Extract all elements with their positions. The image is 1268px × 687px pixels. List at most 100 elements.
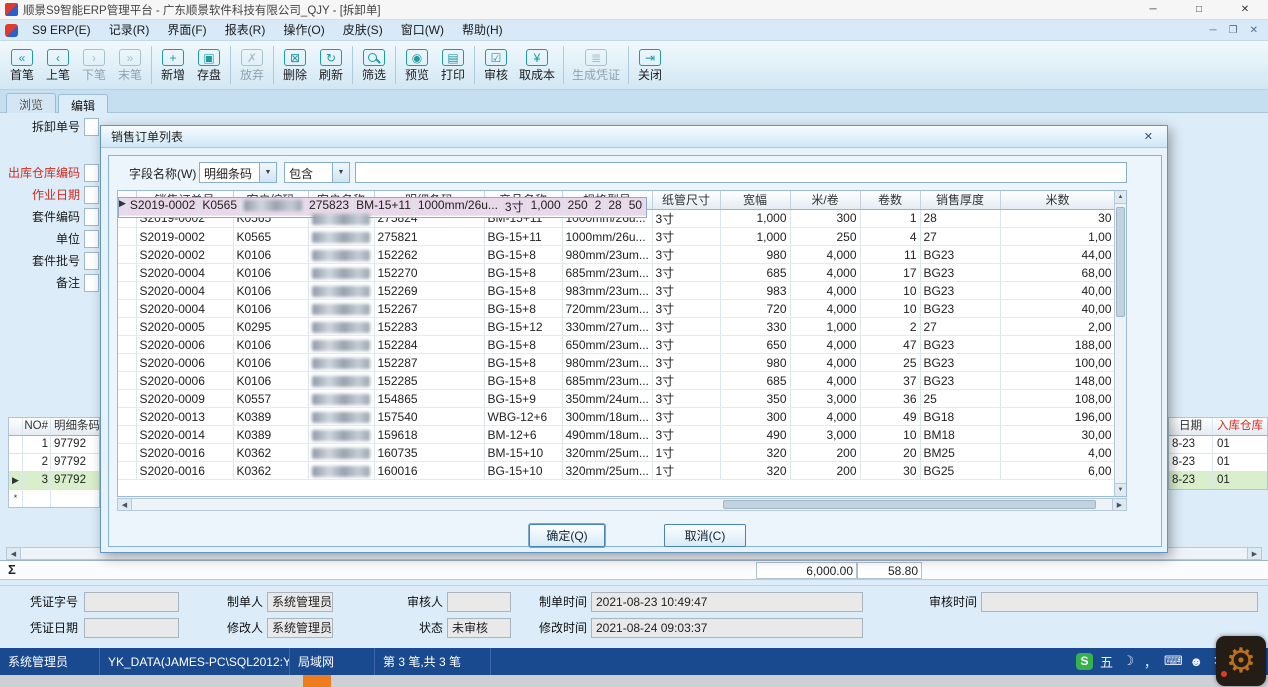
scroll-right-icon[interactable]: ▶ — [1247, 548, 1261, 559]
toolbar-delete-button[interactable]: ⊠删除 — [277, 46, 313, 84]
toolbar-save-button[interactable]: ▣存盘 — [191, 46, 227, 84]
column-header-8[interactable]: 米/卷 — [790, 191, 860, 209]
toolbar-print-button[interactable]: ▤打印 — [435, 46, 471, 84]
column-header-11[interactable]: 米数 — [1000, 191, 1115, 209]
footer-value-1-0[interactable] — [84, 618, 179, 638]
detail-row-right-2[interactable]: 8-2301 — [1169, 454, 1267, 472]
table-vscrollbar[interactable]: ▲ ▼ — [1114, 191, 1126, 496]
table-row[interactable]: S2020-0006K0106152285BG-15+8685mm/23um..… — [118, 372, 1115, 390]
detail-row-right-3[interactable]: 8-2301 — [1169, 472, 1267, 490]
scroll-down-icon[interactable]: ▼ — [1115, 483, 1126, 496]
hscroll-thumb[interactable] — [723, 500, 1096, 509]
detail-row-4[interactable]: * — [9, 490, 99, 508]
detail-row-2[interactable]: 297792 — [9, 454, 99, 472]
cancel-button[interactable]: 取消(C) — [664, 524, 746, 547]
dialog-title-bar[interactable]: 销售订单列表 ✕ — [101, 126, 1167, 148]
footer-value-0-3[interactable]: 2021-08-23 10:49:47 — [591, 592, 863, 612]
table-row[interactable]: S2020-0006K0106152284BG-15+8650mm/23um..… — [118, 336, 1115, 354]
keyboard-icon[interactable]: ⌨ — [1164, 652, 1183, 670]
footer-value-1-1[interactable]: 系统管理员 — [267, 618, 333, 638]
footer-value-0-0[interactable] — [84, 592, 179, 612]
table-row[interactable]: S2020-0006K0106152287BG-15+8980mm/23um..… — [118, 354, 1115, 372]
chevron-down-icon[interactable]: ▼ — [332, 163, 349, 182]
table-row[interactable]: S2020-0004K0106152267BG-15+8720mm/23um..… — [118, 300, 1115, 318]
ok-button[interactable]: 确定(Q) — [529, 524, 605, 547]
field-input-0[interactable] — [84, 118, 99, 136]
vscroll-thumb[interactable] — [1116, 207, 1125, 317]
operator-select[interactable]: 包含 ▼ — [284, 162, 350, 183]
footer-value-0-1[interactable]: 系统管理员 — [267, 592, 333, 612]
menu-report[interactable]: 报表(R) — [216, 20, 275, 40]
detail-row-1[interactable]: 197792 — [9, 436, 99, 454]
detail-row-3[interactable]: ▶397792 — [9, 472, 99, 490]
tab-edit[interactable]: 编辑 — [58, 94, 108, 114]
table-row[interactable]: S2020-0014K0389159618BM-12+6490mm/18um..… — [118, 426, 1115, 444]
field-input-4[interactable] — [84, 230, 99, 248]
table-row[interactable]: S2020-0002K0106152262BG-15+8980mm/23um..… — [118, 246, 1115, 264]
toolbar-cost-button[interactable]: ¥取成本 — [514, 46, 560, 84]
toolbar-preview-button[interactable]: ◉预览 — [399, 46, 435, 84]
table-hscrollbar[interactable]: ◀ ▶ — [117, 498, 1127, 511]
minimize-icon[interactable]: ─ — [1130, 0, 1176, 19]
taskbar-app-chip[interactable] — [303, 675, 331, 687]
toolbar-add-button[interactable]: +新增 — [155, 46, 191, 84]
table-row[interactable]: ▶S2019-0002K0565275823BM-15+111000mm/26u… — [118, 197, 647, 218]
mdi-minimize-icon[interactable]: ─ — [1210, 25, 1217, 36]
menu-s9erp[interactable]: S9 ERP(E) — [23, 20, 100, 40]
wubi-mode-icon[interactable]: 五 — [1098, 652, 1115, 670]
tab-browse[interactable]: 浏览 — [6, 93, 56, 113]
fullhalf-width-icon[interactable]: ☽ — [1120, 652, 1137, 670]
toolbar-prev-record-button[interactable]: ‹上笔 — [40, 46, 76, 84]
field-input-5[interactable] — [84, 252, 99, 270]
punctuation-icon[interactable]: ， — [1142, 652, 1159, 670]
maximize-icon[interactable]: □ — [1176, 0, 1222, 19]
scroll-left-icon[interactable]: ◀ — [118, 499, 132, 510]
column-header-7[interactable]: 宽幅 — [720, 191, 790, 209]
menu-skin[interactable]: 皮肤(S) — [334, 20, 392, 40]
sogou-icon[interactable]: S — [1076, 653, 1093, 670]
menu-window[interactable]: 窗口(W) — [392, 20, 453, 40]
sum-amount-cell: 6,000.00 — [756, 562, 857, 579]
column-header-10[interactable]: 销售厚度 — [920, 191, 1000, 209]
mdi-restore-icon[interactable]: ❐ — [1229, 25, 1238, 36]
toolbar-filter-button[interactable]: 筛选 — [356, 46, 392, 84]
footer-value-1-3[interactable]: 2021-08-24 09:03:37 — [591, 618, 863, 638]
scroll-up-icon[interactable]: ▲ — [1115, 191, 1126, 204]
field-input-2[interactable] — [84, 186, 99, 204]
table-row[interactable]: S2020-0016K0362160735BM-15+10320mm/25um.… — [118, 444, 1115, 462]
cell-customer-name — [308, 264, 374, 282]
mdi-close-icon[interactable]: ✕ — [1250, 25, 1258, 36]
table-row[interactable]: S2020-0005K0295152283BG-15+12330mm/27um.… — [118, 318, 1115, 336]
user-icon[interactable]: ☻ — [1188, 652, 1205, 670]
scroll-right-icon[interactable]: ▶ — [1112, 499, 1126, 510]
menu-record[interactable]: 记录(R) — [100, 20, 159, 40]
field-select[interactable]: 明细条码 ▼ — [199, 162, 277, 183]
column-header-9[interactable]: 卷数 — [860, 191, 920, 209]
detail-row-right-1[interactable]: 8-2301 — [1169, 436, 1267, 454]
field-input-1[interactable] — [84, 164, 99, 182]
table-row[interactable]: S2020-0009K0557154865BG-15+9350mm/24um..… — [118, 390, 1115, 408]
scroll-left-icon[interactable]: ◀ — [7, 548, 21, 559]
toolbar-audit-button[interactable]: ☑审核 — [478, 46, 514, 84]
table-row[interactable]: S2020-0004K0106152270BG-15+8685mm/23um..… — [118, 264, 1115, 282]
assistant-gear-widget[interactable]: ⚙ — [1216, 636, 1266, 686]
toolbar-close-doc-button[interactable]: ⇥关闭 — [632, 46, 668, 84]
table-row[interactable]: S2019-0002K0565275821BG-15+111000mm/26u.… — [118, 228, 1115, 246]
table-row[interactable]: S2020-0004K0106152269BG-15+8983mm/23um..… — [118, 282, 1115, 300]
table-row[interactable]: S2020-0016K0362160016BG-15+10320mm/25um.… — [118, 462, 1115, 480]
chevron-down-icon[interactable]: ▼ — [259, 163, 276, 182]
field-input-3[interactable] — [84, 208, 99, 226]
menu-operation[interactable]: 操作(O) — [274, 20, 333, 40]
close-icon[interactable]: ✕ — [1222, 0, 1268, 19]
toolbar-refresh-button[interactable]: ↻刷新 — [313, 46, 349, 84]
footer-value-0-4[interactable] — [981, 592, 1258, 612]
menu-interface[interactable]: 界面(F) — [158, 20, 215, 40]
dialog-close-icon[interactable]: ✕ — [1140, 130, 1157, 143]
menu-help[interactable]: 帮助(H) — [453, 20, 512, 40]
field-input-6[interactable] — [84, 274, 99, 292]
toolbar-first-record-button[interactable]: «首笔 — [4, 46, 40, 84]
toolbar: «首笔‹上笔›下笔»末笔+新增▣存盘✗放弃⊠删除↻刷新筛选◉预览▤打印☑审核¥取… — [0, 41, 1268, 90]
filter-value-input[interactable] — [355, 162, 1127, 183]
table-row[interactable]: S2020-0013K0389157540WBG-12+6300mm/18um.… — [118, 408, 1115, 426]
column-header-6[interactable]: 纸管尺寸 — [652, 191, 720, 209]
